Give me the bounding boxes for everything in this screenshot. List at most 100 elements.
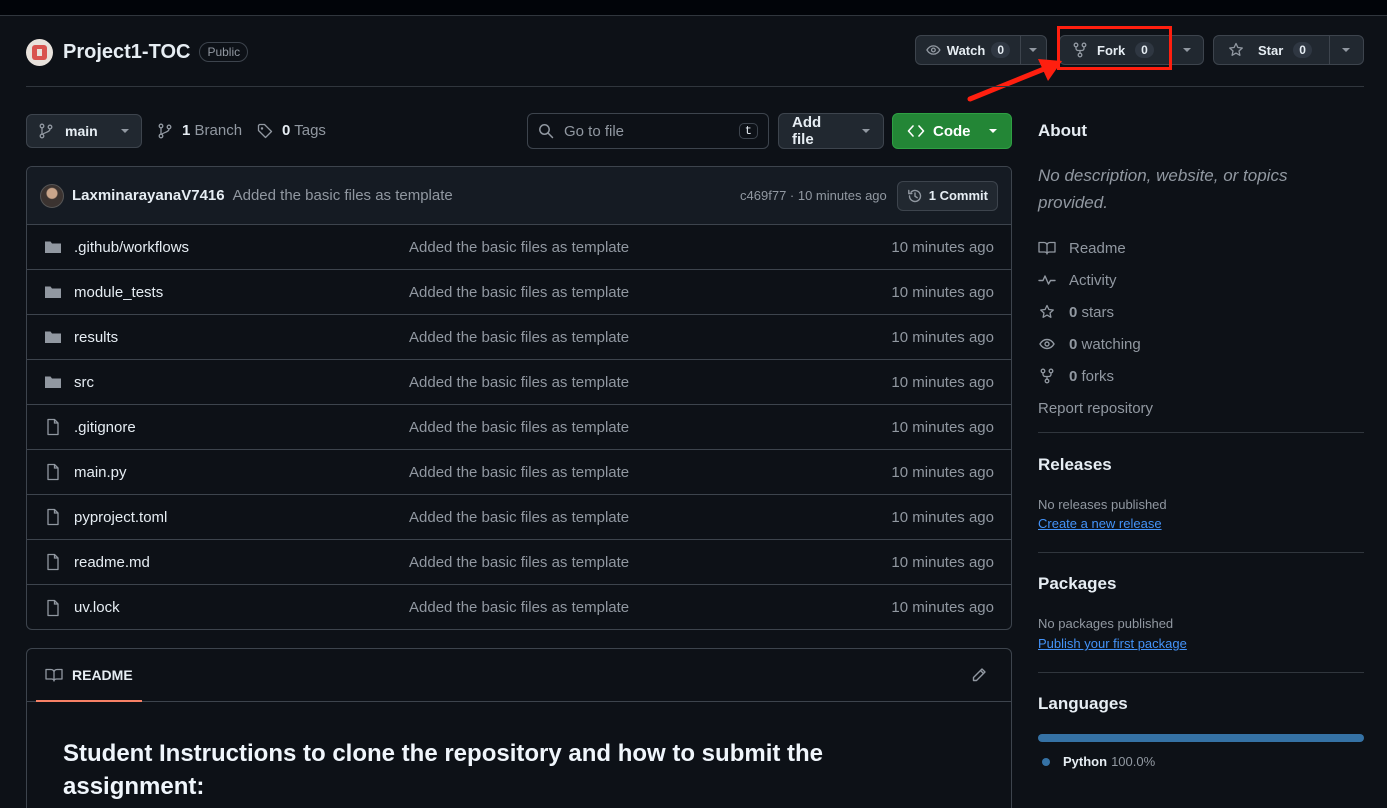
code-label: Code (933, 122, 971, 140)
folder-icon (45, 331, 61, 343)
file-commit-message[interactable]: Added the basic files as template (409, 374, 891, 391)
owner-avatar[interactable] (26, 38, 53, 66)
file-name[interactable]: main.py (74, 464, 127, 481)
file-commit-message[interactable]: Added the basic files as template (409, 419, 891, 436)
tags-count: 0 (282, 122, 291, 139)
book-icon (1038, 241, 1056, 255)
commit-hash[interactable]: c469f77 (740, 188, 786, 203)
forks-link[interactable]: 0 forks (1038, 360, 1153, 392)
stars-count: 0 (1069, 303, 1078, 321)
stars-link[interactable]: 0 stars (1038, 296, 1153, 328)
file-commit-date: 10 minutes ago (891, 238, 994, 256)
language-python[interactable]: Python 100.0% (1038, 754, 1155, 769)
folder-icon (45, 376, 61, 388)
report-repository-link[interactable]: Report repository (1038, 392, 1153, 424)
file-commit-message[interactable]: Added the basic files as template (409, 509, 891, 526)
git-branch-icon (39, 123, 53, 139)
file-row[interactable]: module_tests Added the basic files as tem… (27, 270, 1011, 315)
commit-history-button[interactable]: 1 Commit (896, 180, 998, 211)
star-count: 0 (1293, 42, 1312, 58)
file-name[interactable]: pyproject.toml (74, 509, 167, 526)
file-commit-message[interactable]: Added the basic files as template (409, 554, 891, 571)
packages-heading[interactable]: Packages (1038, 574, 1116, 594)
file-commit-message[interactable]: Added the basic files as template (409, 599, 891, 616)
sidebar-divider (1038, 672, 1364, 673)
file-name[interactable]: src (74, 374, 94, 391)
file-row[interactable]: main.py Added the basic files as template… (27, 450, 1011, 495)
history-icon (907, 189, 921, 202)
file-commit-date: 10 minutes ago (891, 553, 994, 571)
header-divider (26, 86, 1364, 87)
file-name[interactable]: .github/workflows (74, 239, 189, 256)
language-color-dot (1042, 757, 1050, 766)
code-button[interactable]: Code (892, 113, 1012, 149)
file-icon (47, 553, 59, 571)
readme-tab[interactable]: README (36, 649, 142, 702)
file-name-cell: .github/workflows (44, 239, 409, 256)
pencil-icon[interactable] (971, 667, 987, 683)
file-commit-message[interactable]: Added the basic files as template (409, 464, 891, 481)
commit-message[interactable]: Added the basic files as template (233, 187, 453, 204)
file-name-cell: pyproject.toml (44, 508, 409, 526)
code-toolbar: main 1 Branch 0 Tags Go to file t Add fi… (26, 113, 1012, 149)
author-avatar[interactable] (40, 183, 64, 208)
tags-label: Tags (294, 122, 326, 139)
file-commit-date: 10 minutes ago (891, 418, 994, 436)
file-row[interactable]: src Added the basic files as template 10 m… (27, 360, 1011, 405)
readme-tab-label: README (72, 667, 133, 683)
file-commit-message[interactable]: Added the basic files as template (409, 284, 891, 301)
file-name-cell: readme.md (44, 553, 409, 571)
file-name-cell: .gitignore (44, 418, 409, 436)
language-name: Python (1063, 754, 1108, 769)
releases-heading[interactable]: Releases (1038, 455, 1112, 475)
star-button[interactable]: Star 0 (1213, 35, 1364, 65)
watching-link[interactable]: 0 watching (1038, 328, 1153, 360)
publish-package-link[interactable]: Publish your first package (1038, 636, 1187, 651)
chevron-down-icon (121, 129, 129, 133)
file-row[interactable]: .gitignore Added the basic files as templ… (27, 405, 1011, 450)
tags-link[interactable]: 0 Tags (257, 122, 326, 139)
file-row[interactable]: results Added the basic files as template… (27, 315, 1011, 360)
create-release-link[interactable]: Create a new release (1038, 516, 1162, 531)
file-row[interactable]: pyproject.toml Added the basic files as t… (27, 495, 1011, 540)
star-dropdown[interactable] (1329, 36, 1362, 64)
activity-link[interactable]: Activity (1038, 264, 1153, 296)
repo-name[interactable]: Project1-TOC (63, 41, 190, 64)
activity-link-label: Activity (1069, 271, 1117, 289)
chevron-down-icon (1342, 48, 1350, 52)
eye-icon (1039, 338, 1055, 350)
file-row[interactable]: readme.md Added the basic files as templa… (27, 540, 1011, 585)
file-row[interactable]: .github/workflows Added the basic files a… (27, 225, 1011, 270)
add-file-button[interactable]: Add file (778, 113, 884, 149)
languages-heading: Languages (1038, 694, 1128, 713)
star-icon (1229, 42, 1243, 56)
forks-count: 0 (1069, 367, 1078, 385)
keyboard-shortcut-hint: t (738, 123, 758, 139)
file-commit-date: 10 minutes ago (891, 463, 994, 481)
repo-header: Project1-TOC Public (26, 36, 249, 68)
readme-link[interactable]: Readme (1038, 232, 1153, 264)
fork-dropdown[interactable] (1170, 36, 1203, 64)
commit-author[interactable]: LaxminarayanaV7416 (72, 187, 225, 204)
file-icon (47, 508, 59, 526)
file-name[interactable]: module_tests (74, 284, 163, 301)
file-name[interactable]: readme.md (74, 554, 150, 571)
branch-selector[interactable]: main (26, 114, 142, 148)
file-row[interactable]: uv.lock Added the basic files as template… (27, 585, 1011, 629)
file-commit-message[interactable]: Added the basic files as template (409, 329, 891, 346)
file-commit-date: 10 minutes ago (891, 599, 994, 616)
readme-heading: Student Instructions to clone the reposi… (63, 740, 824, 800)
chevron-down-icon (1183, 48, 1191, 52)
file-name[interactable]: .gitignore (74, 419, 136, 436)
file-commit-message[interactable]: Added the basic files as template (409, 239, 891, 256)
file-name-cell: main.py (44, 463, 409, 481)
file-commit-date: 10 minutes ago (891, 283, 994, 301)
file-name[interactable]: results (74, 329, 118, 346)
branches-label: Branch (194, 122, 243, 139)
go-to-file-input[interactable]: Go to file t (527, 113, 769, 149)
code-icon (907, 125, 925, 137)
folder-icon (45, 286, 61, 298)
file-name[interactable]: uv.lock (74, 599, 120, 616)
chevron-down-icon (1029, 48, 1037, 52)
branches-link[interactable]: 1 Branch (158, 122, 242, 139)
